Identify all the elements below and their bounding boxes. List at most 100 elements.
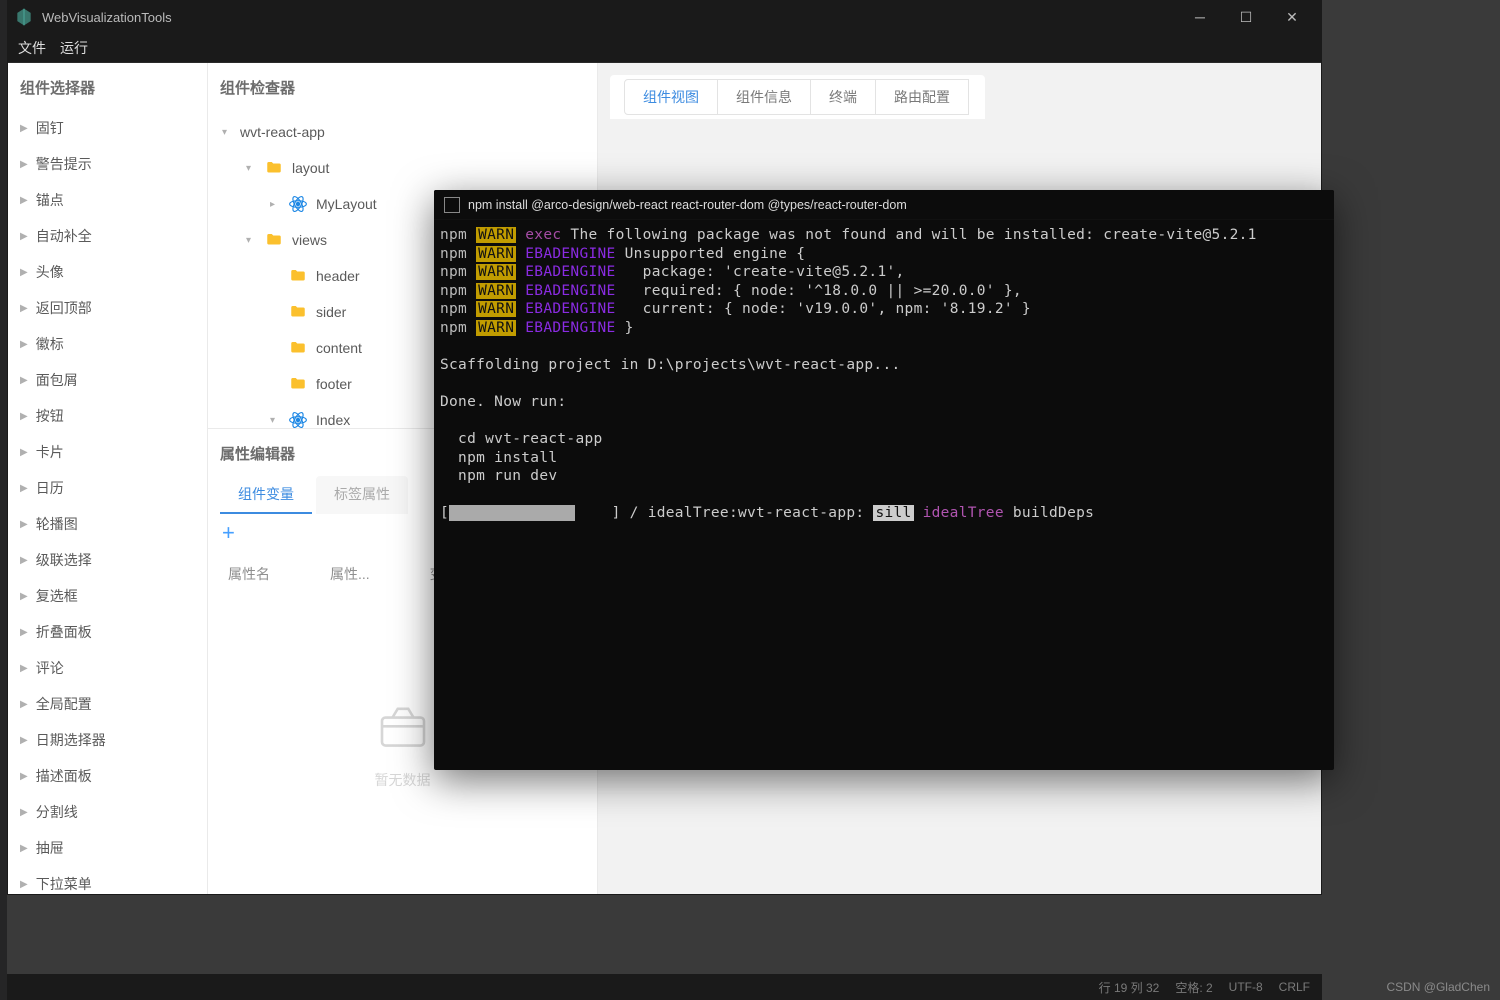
preview-tab-routes[interactable]: 路由配置 <box>876 79 969 115</box>
comp-item-9[interactable]: ▶ 卡片 <box>8 434 207 470</box>
menu-file[interactable]: 文件 <box>18 38 46 58</box>
folder-icon <box>288 266 308 286</box>
chevron-right-icon: ▶ <box>20 555 28 566</box>
comp-item-4[interactable]: ▶头像 <box>8 254 207 290</box>
comp-item-label: 日期选择器 <box>36 730 106 750</box>
status-encoding: UTF-8 <box>1229 980 1263 994</box>
tree-node-layout[interactable]: ▾ layout <box>208 150 597 186</box>
tree-label: MyLayout <box>316 196 377 212</box>
watermark: CSDN @GladChen <box>1386 980 1490 994</box>
terminal-output[interactable]: npm WARN exec The following package was … <box>434 220 1334 529</box>
react-icon <box>288 410 308 428</box>
chevron-right-icon: ▶ <box>20 663 28 674</box>
chevron-right-icon: ▶ <box>20 735 28 746</box>
comp-item-3[interactable]: ▶自动补全 <box>8 218 207 254</box>
comp-item-19[interactable]: ▶分割线 <box>8 794 207 830</box>
menubar: 文件 运行 <box>8 33 1321 63</box>
chevron-right-icon: ▶ <box>20 411 28 422</box>
comp-item-label: 抽屉 <box>36 838 64 858</box>
chevron-right-icon: ▶ <box>20 447 28 458</box>
comp-item-0[interactable]: ▶ 固钉 <box>8 110 207 146</box>
chevron-right-icon: ▶ <box>20 519 28 530</box>
comp-item-8[interactable]: ▶ 按钮 <box>8 398 207 434</box>
tree-arrow-icon: ▾ <box>270 415 280 426</box>
tree-arrow-icon: ▾ <box>222 127 232 138</box>
menu-run[interactable]: 运行 <box>60 38 88 58</box>
comp-item-label: 轮播图 <box>36 514 78 534</box>
comp-item-10[interactable]: ▶日历 <box>8 470 207 506</box>
tree-label: views <box>292 232 327 248</box>
comp-item-14[interactable]: ▶折叠面板 <box>8 614 207 650</box>
maximize-button[interactable]: ☐ <box>1223 1 1269 33</box>
comp-item-label: 评论 <box>36 658 64 678</box>
comp-item-label: 描述面板 <box>36 766 92 786</box>
comp-item-6[interactable]: ▶ 徽标 <box>8 326 207 362</box>
tree-label: layout <box>292 160 329 176</box>
tree-label: header <box>316 268 360 284</box>
app-title: WebVisualizationTools <box>42 10 1177 25</box>
chevron-right-icon: ▶ <box>20 159 28 170</box>
comp-item-18[interactable]: ▶描述面板 <box>8 758 207 794</box>
preview-tab-view[interactable]: 组件视图 <box>624 79 718 115</box>
tree-label: sider <box>316 304 346 320</box>
app-logo-icon <box>14 7 34 27</box>
component-selector-header: 组件选择器 <box>8 63 207 110</box>
comp-item-15[interactable]: ▶ 评论 <box>8 650 207 686</box>
comp-item-2[interactable]: ▶锚点 <box>8 182 207 218</box>
tree-arrow-icon: ▸ <box>270 199 280 210</box>
empty-text: 暂无数据 <box>375 770 431 790</box>
tree-label: footer <box>316 376 352 392</box>
chevron-right-icon: ▶ <box>20 843 28 854</box>
comp-item-label: 徽标 <box>36 334 64 354</box>
comp-item-label: 固钉 <box>36 118 64 138</box>
minimize-button[interactable]: ─ <box>1177 1 1223 33</box>
comp-item-label: 分割线 <box>36 802 78 822</box>
chevron-right-icon: ▶ <box>20 879 28 890</box>
terminal-title: npm install @arco-design/web-react react… <box>468 198 907 212</box>
comp-item-16[interactable]: ▶ 全局配置 <box>8 686 207 722</box>
preview-tab-info[interactable]: 组件信息 <box>718 79 811 115</box>
tree-arrow-icon: ▾ <box>246 163 256 174</box>
tree-label: Index <box>316 412 350 428</box>
inspector-header: 组件检查器 <box>208 63 597 110</box>
comp-item-1[interactable]: ▶警告提示 <box>8 146 207 182</box>
status-lineend: CRLF <box>1279 980 1310 994</box>
titlebar[interactable]: WebVisualizationTools ─ ☐ ✕ <box>8 1 1321 33</box>
comp-item-label: 级联选择 <box>36 550 92 570</box>
status-pos: 行 19 列 32 <box>1099 979 1160 996</box>
comp-item-label: 全局配置 <box>36 694 92 714</box>
comp-item-12[interactable]: ▶ 级联选择 <box>8 542 207 578</box>
comp-item-11[interactable]: ▶ 轮播图 <box>8 506 207 542</box>
external-edge <box>0 0 7 1000</box>
chevron-right-icon: ▶ <box>20 267 28 278</box>
chevron-right-icon: ▶ <box>20 591 28 602</box>
comp-item-13[interactable]: ▶复选框 <box>8 578 207 614</box>
tab-component-vars[interactable]: 组件变量 <box>220 476 312 514</box>
col-prop: 属性... <box>330 564 370 584</box>
tab-label-props[interactable]: 标签属性 <box>316 476 408 514</box>
close-button[interactable]: ✕ <box>1269 1 1315 33</box>
comp-item-20[interactable]: ▶ 抽屉 <box>8 830 207 866</box>
comp-item-label: 按钮 <box>36 406 64 426</box>
folder-icon <box>288 302 308 322</box>
comp-item-label: 卡片 <box>36 442 64 462</box>
tree-arrow-icon: ▾ <box>246 235 256 246</box>
terminal-window[interactable]: npm install @arco-design/web-react react… <box>434 190 1334 770</box>
comp-item-label: 下拉菜单 <box>36 874 92 894</box>
comp-item-17[interactable]: ▶ 日期选择器 <box>8 722 207 758</box>
chevron-right-icon: ▶ <box>20 123 28 134</box>
chevron-right-icon: ▶ <box>20 375 28 386</box>
chevron-right-icon: ▶ <box>20 699 28 710</box>
comp-item-21[interactable]: ▶ 下拉菜单 <box>8 866 207 902</box>
tree-node-wvt-react-app[interactable]: ▾wvt-react-app <box>208 114 597 150</box>
terminal-titlebar[interactable]: npm install @arco-design/web-react react… <box>434 190 1334 220</box>
preview-tab-terminal[interactable]: 终端 <box>811 79 876 115</box>
chevron-right-icon: ▶ <box>20 339 28 350</box>
comp-item-5[interactable]: ▶返回顶部 <box>8 290 207 326</box>
statusbar: 行 19 列 32 空格: 2 UTF-8 CRLF <box>7 974 1322 1000</box>
folder-icon <box>288 374 308 394</box>
chevron-right-icon: ▶ <box>20 195 28 206</box>
comp-item-label: 返回顶部 <box>36 298 92 318</box>
comp-item-7[interactable]: ▶面包屑 <box>8 362 207 398</box>
folder-icon <box>264 158 284 178</box>
